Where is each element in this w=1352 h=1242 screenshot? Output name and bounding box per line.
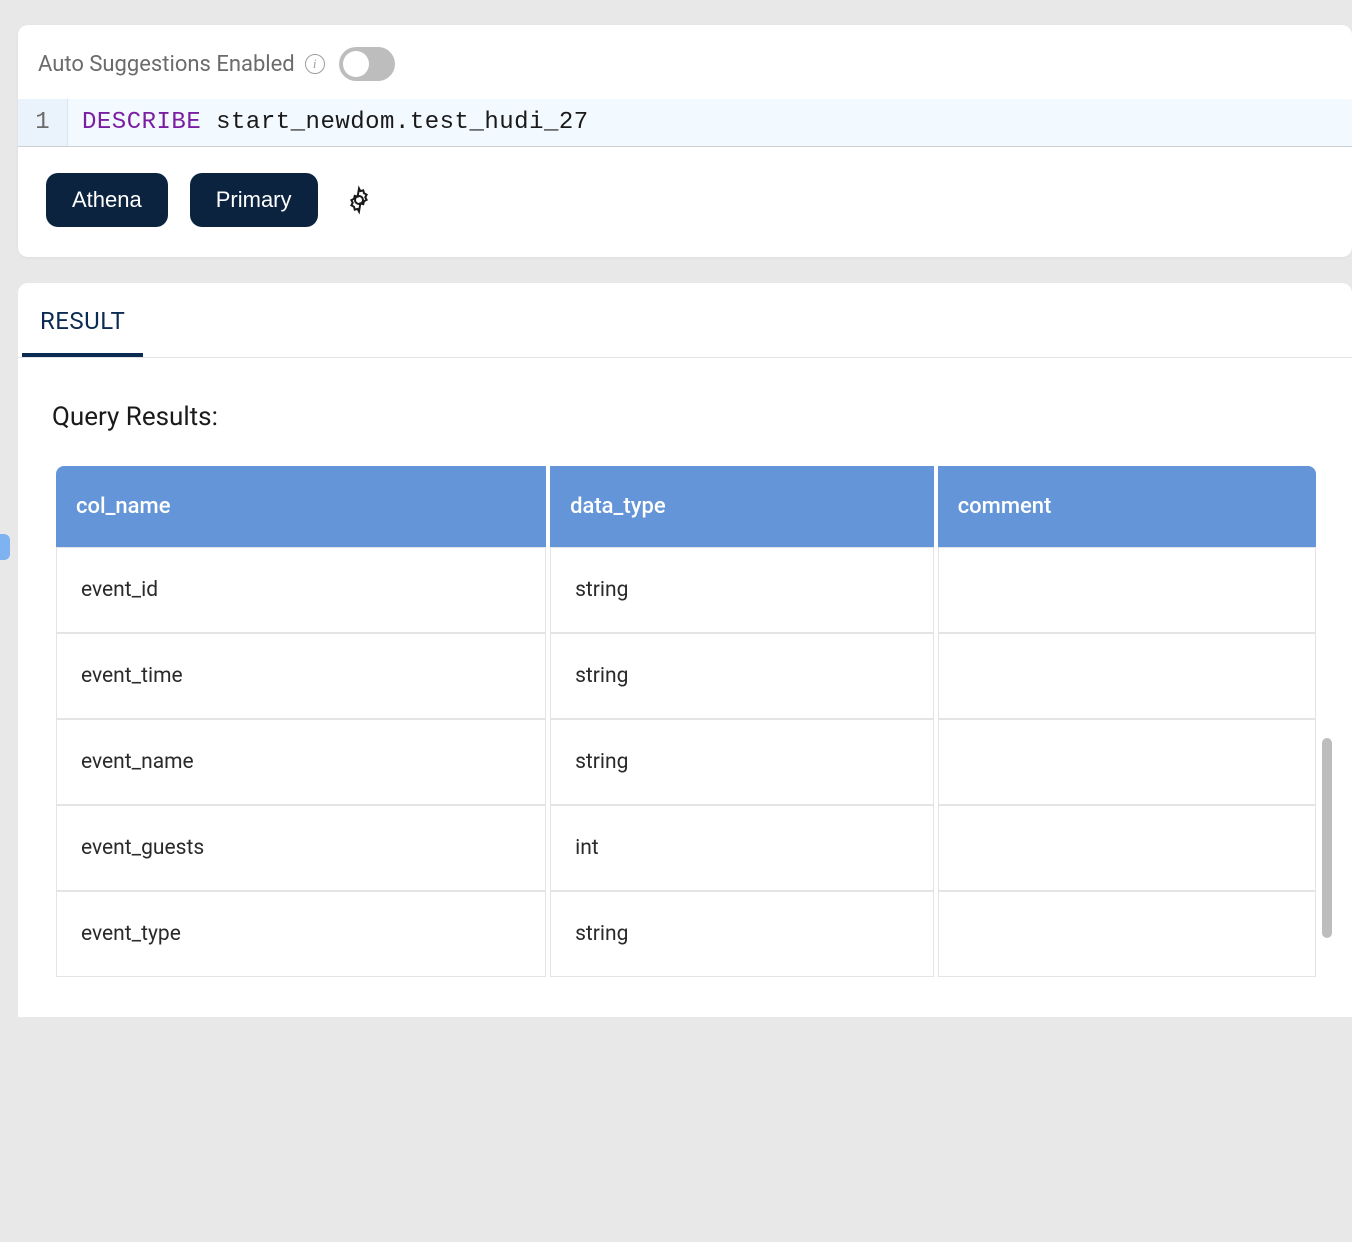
- table-row[interactable]: event_guestsint: [56, 805, 1316, 891]
- line-number-gutter: 1: [18, 99, 68, 146]
- cell-data_type: string: [550, 547, 934, 633]
- results-body: Query Results: col_name data_type commen…: [18, 358, 1352, 1017]
- cell-comment: [938, 633, 1316, 719]
- cell-data_type: string: [550, 719, 934, 805]
- cell-comment: [938, 719, 1316, 805]
- workgroup-button[interactable]: Primary: [190, 173, 318, 227]
- cell-comment: [938, 547, 1316, 633]
- col-header-comment[interactable]: comment: [938, 466, 1316, 547]
- editor-buttons-row: Athena Primary: [18, 147, 1352, 227]
- auto-suggestions-toggle[interactable]: [339, 47, 395, 81]
- results-title: Query Results:: [52, 402, 1320, 432]
- suggestions-row: Auto Suggestions Enabled i: [18, 47, 1352, 81]
- table-row[interactable]: event_namestring: [56, 719, 1316, 805]
- cell-col_name: event_name: [56, 719, 546, 805]
- col-header-col-name[interactable]: col_name: [56, 466, 546, 547]
- code-editor[interactable]: 1 DESCRIBE start_newdom.test_hudi_27: [18, 99, 1352, 147]
- table-row[interactable]: event_idstring: [56, 547, 1316, 633]
- cell-comment: [938, 805, 1316, 891]
- settings-button[interactable]: [340, 181, 378, 219]
- results-table: col_name data_type comment event_idstrin…: [52, 466, 1320, 977]
- scrollbar-thumb[interactable]: [1322, 738, 1332, 938]
- tabs-row: RESULT: [18, 283, 1352, 358]
- query-editor-panel: Auto Suggestions Enabled i 1 DESCRIBE st…: [18, 25, 1352, 257]
- cell-data_type: int: [550, 805, 934, 891]
- tab-result[interactable]: RESULT: [22, 283, 143, 357]
- table-row[interactable]: event_timestring: [56, 633, 1316, 719]
- toggle-knob: [343, 51, 369, 77]
- cell-col_name: event_type: [56, 891, 546, 977]
- cell-col_name: event_id: [56, 547, 546, 633]
- sql-keyword: DESCRIBE: [82, 109, 201, 136]
- engine-button[interactable]: Athena: [46, 173, 168, 227]
- info-icon[interactable]: i: [305, 54, 325, 74]
- code-line[interactable]: DESCRIBE start_newdom.test_hudi_27: [68, 99, 1352, 146]
- cell-data_type: string: [550, 633, 934, 719]
- results-panel: RESULT Query Results: col_name data_type…: [18, 283, 1352, 1017]
- cell-col_name: event_guests: [56, 805, 546, 891]
- cell-col_name: event_time: [56, 633, 546, 719]
- auto-suggestions-label: Auto Suggestions Enabled: [38, 52, 295, 77]
- scrollbar-track[interactable]: [1322, 738, 1332, 938]
- col-header-data-type[interactable]: data_type: [550, 466, 934, 547]
- table-row[interactable]: event_typestring: [56, 891, 1316, 977]
- cell-comment: [938, 891, 1316, 977]
- table-header-row: col_name data_type comment: [56, 466, 1316, 547]
- page-accent: [0, 534, 10, 560]
- gear-icon: [344, 185, 374, 215]
- cell-data_type: string: [550, 891, 934, 977]
- sql-rest: start_newdom.test_hudi_27: [201, 109, 588, 136]
